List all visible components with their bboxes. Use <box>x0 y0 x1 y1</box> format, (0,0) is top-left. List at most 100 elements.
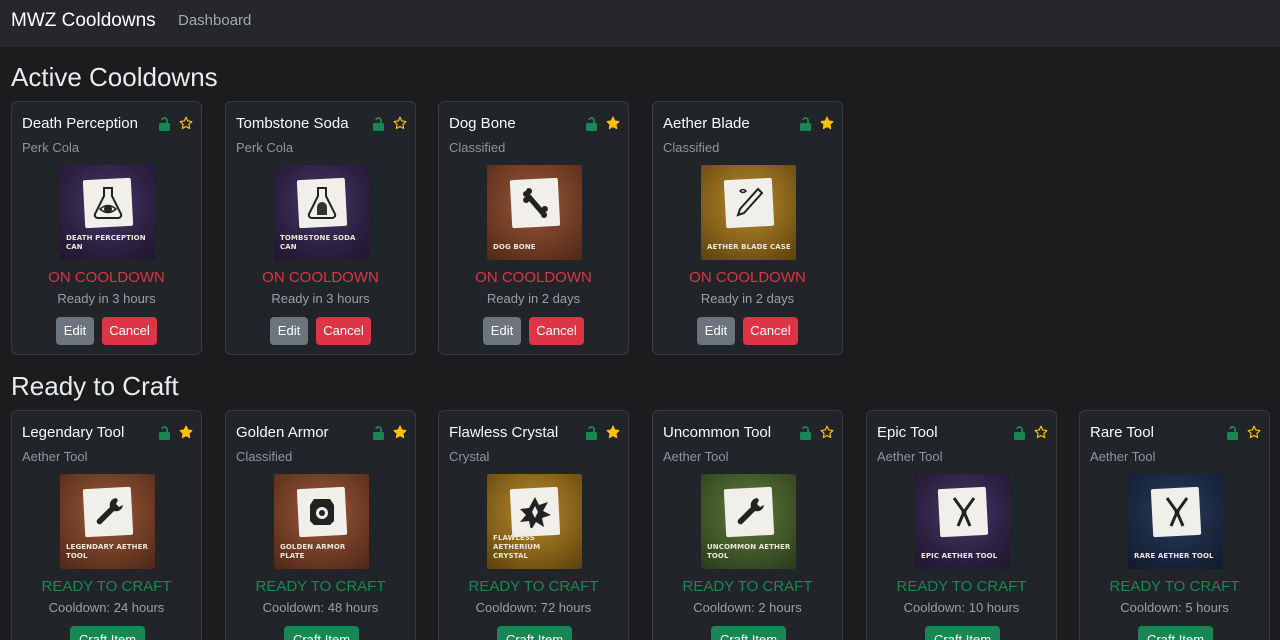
card-category: Aether Tool <box>22 449 88 464</box>
item-image-caption: EPIC AETHER TOOL <box>921 552 998 560</box>
unlock-icon[interactable] <box>158 426 171 440</box>
cooldown-detail: Ready in 2 days <box>486 291 581 306</box>
card-category: Classified <box>236 449 293 464</box>
star-filled-icon[interactable] <box>179 425 193 439</box>
cancel-button[interactable]: Cancel <box>102 317 157 345</box>
edit-button[interactable]: Edit <box>697 317 735 345</box>
unlock-icon[interactable] <box>372 426 385 440</box>
item-image-caption: LEGENDARY AETHER TOOL <box>66 543 148 560</box>
card-category: Classified <box>663 140 720 155</box>
nav-link-dashboard[interactable]: Dashboard <box>178 12 251 29</box>
star-filled-icon[interactable] <box>820 116 834 130</box>
card-category: Aether Tool <box>1090 449 1156 464</box>
card-category: Perk Cola <box>236 140 294 155</box>
item-card: Rare Tool Aether Tool RARE AETHER TOOL READ… <box>1079 410 1270 640</box>
card-category: Perk Cola <box>22 140 80 155</box>
item-card: Epic Tool Aether Tool EPIC AETHER TOOL READ… <box>866 410 1057 640</box>
item-image: LEGENDARY AETHER TOOL <box>60 474 155 569</box>
item-card: Tombstone Soda Perk Cola TOMBSTONE SODA CA… <box>225 101 416 355</box>
star-filled-icon[interactable] <box>393 425 407 439</box>
unlock-icon[interactable] <box>1226 426 1239 440</box>
pliers-icon <box>1165 497 1189 527</box>
item-image: DEATH PERCEPTION CAN <box>60 165 155 260</box>
item-image: EPIC AETHER TOOL <box>915 474 1010 569</box>
edit-button[interactable]: Edit <box>56 317 94 345</box>
cancel-button[interactable]: Cancel <box>743 317 798 345</box>
craft-item-button[interactable]: Craft Item <box>925 626 1000 640</box>
unlock-icon[interactable] <box>158 117 171 131</box>
star-filled-icon[interactable] <box>606 116 620 130</box>
star-outline-icon[interactable] <box>820 425 834 439</box>
navbar: MWZ Cooldowns Dashboard <box>0 0 1280 46</box>
card-title: Golden Armor <box>236 424 329 441</box>
status-label: ON COOLDOWN <box>475 269 592 286</box>
item-card: Golden Armor Classified GOLDEN ARMOR PLATE… <box>225 410 416 640</box>
card-title: Legendary Tool <box>22 424 125 441</box>
star-filled-icon[interactable] <box>606 425 620 439</box>
craft-item-button[interactable]: Craft Item <box>497 626 572 640</box>
cooldown-detail: Cooldown: 48 hours <box>262 600 379 615</box>
edit-button[interactable]: Edit <box>270 317 308 345</box>
card-title: Tombstone Soda <box>236 115 349 132</box>
unlock-icon[interactable] <box>1013 426 1026 440</box>
item-image-caption: FLAWLESS AETHERIUM CRYSTAL <box>493 534 541 560</box>
star-outline-icon[interactable] <box>179 116 193 130</box>
flask-tombstone-icon <box>307 187 337 219</box>
pliers-icon <box>952 497 976 527</box>
craft-item-button[interactable]: Craft Item <box>284 626 359 640</box>
cooldown-detail: Cooldown: 10 hours <box>903 600 1020 615</box>
card-title: Flawless Crystal <box>449 424 559 441</box>
item-image: TOMBSTONE SODA CAN <box>274 165 369 260</box>
armor-plate-icon <box>310 499 334 525</box>
cancel-button[interactable]: Cancel <box>529 317 584 345</box>
item-image-caption: AETHER BLADE CASE <box>707 243 791 251</box>
unlock-icon[interactable] <box>799 426 812 440</box>
cooldown-detail: Cooldown: 5 hours <box>1120 600 1229 615</box>
card-title: Aether Blade <box>663 115 750 132</box>
unlock-icon[interactable] <box>585 117 598 131</box>
item-image-caption: UNCOMMON AETHER TOOL <box>707 543 791 560</box>
card-title: Death Perception <box>22 115 138 132</box>
item-image: AETHER BLADE CASE <box>701 165 796 260</box>
section-title-active: Active Cooldowns <box>11 62 218 92</box>
cooldown-detail: Ready in 2 days <box>700 291 795 306</box>
brand[interactable]: MWZ Cooldowns <box>11 10 156 32</box>
status-label: READY TO CRAFT <box>1109 578 1240 595</box>
section-title-ready: Ready to Craft <box>11 371 179 401</box>
card-category: Aether Tool <box>663 449 729 464</box>
unlock-icon[interactable] <box>585 426 598 440</box>
unlock-icon[interactable] <box>372 117 385 131</box>
item-image-caption: TOMBSTONE SODA CAN <box>280 234 356 251</box>
status-label: READY TO CRAFT <box>41 578 172 595</box>
item-card: Legendary Tool Aether Tool LEGENDARY AETHE… <box>11 410 202 640</box>
item-image: UNCOMMON AETHER TOOL <box>701 474 796 569</box>
cooldown-detail: Cooldown: 72 hours <box>475 600 592 615</box>
status-label: ON COOLDOWN <box>262 269 379 286</box>
star-outline-icon[interactable] <box>1247 425 1261 439</box>
cancel-button[interactable]: Cancel <box>316 317 371 345</box>
item-card: Uncommon Tool Aether Tool UNCOMMON AETHER … <box>652 410 843 640</box>
item-image: GOLDEN ARMOR PLATE <box>274 474 369 569</box>
wrench-icon <box>96 498 123 525</box>
status-label: ON COOLDOWN <box>48 269 165 286</box>
craft-item-button[interactable]: Craft Item <box>711 626 786 640</box>
star-outline-icon[interactable] <box>393 116 407 130</box>
card-title: Uncommon Tool <box>663 424 772 441</box>
crystal-icon <box>520 497 551 528</box>
cooldown-detail: Ready in 3 hours <box>57 291 156 306</box>
item-card: Death Perception Perk Cola DEATH PERCEPTIO… <box>11 101 202 355</box>
item-image: FLAWLESS AETHERIUM CRYSTAL <box>487 474 582 569</box>
item-card: Aether Blade Classified AETHER BLADE CASE O… <box>652 101 843 355</box>
unlock-icon[interactable] <box>799 117 812 131</box>
edit-button[interactable]: Edit <box>483 317 521 345</box>
craft-item-button[interactable]: Craft Item <box>70 626 145 640</box>
item-image: RARE AETHER TOOL <box>1128 474 1223 569</box>
cooldown-detail: Cooldown: 24 hours <box>48 600 165 615</box>
item-image-caption: DOG BONE <box>493 243 536 251</box>
item-card: Dog Bone Classified DOG BONE ON COOLDOWN Rea… <box>438 101 629 355</box>
craft-item-button[interactable]: Craft Item <box>1138 626 1213 640</box>
card-title: Rare Tool <box>1090 424 1154 441</box>
item-card: Flawless Crystal Crystal FLAWLESS AETHERIU… <box>438 410 629 640</box>
wrench-icon <box>737 498 764 525</box>
star-outline-icon[interactable] <box>1034 425 1048 439</box>
